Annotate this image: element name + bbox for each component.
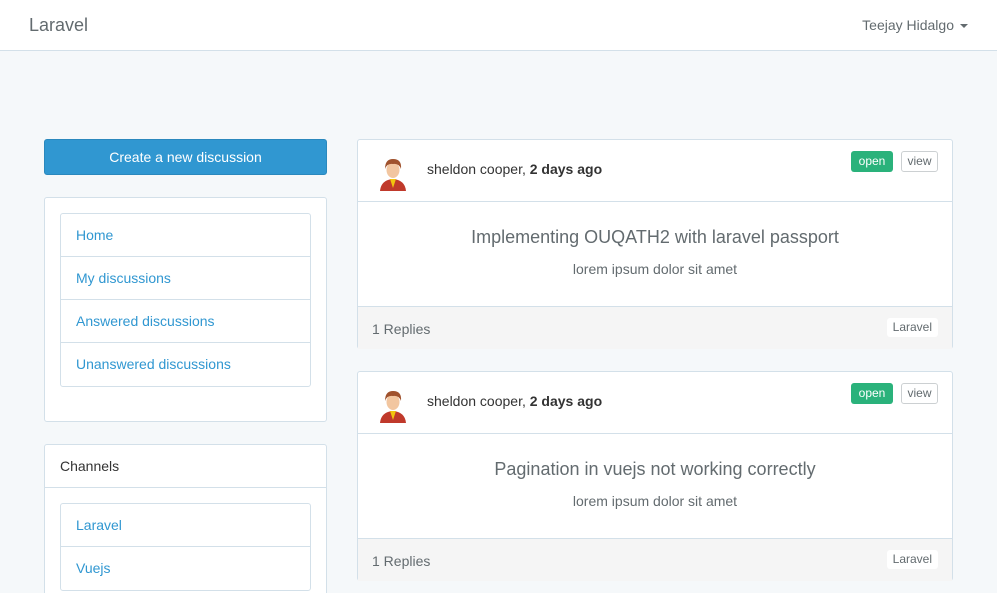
channels-panel: Channels Laravel Vuejs (44, 444, 327, 593)
nav-item-home[interactable]: Home (61, 214, 310, 257)
discussion-author-line: sheldon cooper, 2 days ago (427, 161, 602, 177)
author-name: sheldon cooper, (427, 161, 526, 177)
user-avatar-icon (375, 387, 411, 423)
caret-down-icon (960, 24, 968, 28)
discussion-excerpt: lorem ipsum dolor sit amet (572, 493, 738, 509)
channel-item-vuejs[interactable]: Vuejs (61, 547, 310, 590)
navigation-panel: Home My discussions Answered discussions… (44, 197, 327, 422)
view-button[interactable]: view (901, 383, 938, 404)
discussion-title[interactable]: Pagination in vuejs not working correctl… (358, 459, 952, 480)
post-time: 2 days ago (529, 393, 603, 409)
author-name: sheldon cooper, (427, 393, 526, 409)
channel-tag: Laravel (886, 550, 938, 569)
channel-list: Laravel Vuejs (60, 503, 311, 591)
discussion-author-line: sheldon cooper, 2 days ago (427, 393, 602, 409)
reply-count: 1 Replies (372, 553, 431, 569)
create-discussion-button[interactable]: Create a new discussion (44, 139, 327, 175)
user-avatar-icon (375, 155, 411, 191)
discussion-header: sheldon cooper, 2 days ago open view (358, 372, 952, 434)
user-dropdown[interactable]: Teejay Hidalgo (862, 17, 968, 33)
brand-link[interactable]: Laravel (29, 15, 88, 36)
nav-item-my-discussions[interactable]: My discussions (61, 257, 310, 300)
discussion-body: Implementing OUQATH2 with laravel passpo… (358, 202, 952, 306)
post-time: 2 days ago (529, 161, 603, 177)
discussion-card: sheldon cooper, 2 days ago open view Imp… (357, 139, 953, 349)
reply-count: 1 Replies (372, 321, 431, 337)
nav-item-unanswered-discussions[interactable]: Unanswered discussions (61, 343, 310, 386)
status-badge: open (851, 383, 893, 404)
discussion-title[interactable]: Implementing OUQATH2 with laravel passpo… (358, 227, 952, 248)
discussion-header: sheldon cooper, 2 days ago open view (358, 140, 952, 202)
navbar: Laravel Teejay Hidalgo (0, 0, 997, 51)
discussion-body: Pagination in vuejs not working correctl… (358, 434, 952, 538)
discussion-footer: 1 Replies Laravel (358, 306, 952, 349)
discussion-footer: 1 Replies Laravel (358, 538, 952, 581)
view-button[interactable]: view (901, 151, 938, 172)
status-badge: open (851, 151, 893, 172)
channel-item-laravel[interactable]: Laravel (61, 504, 310, 547)
discussion-card: sheldon cooper, 2 days ago open view Pag… (357, 371, 953, 581)
channel-tag: Laravel (886, 318, 938, 337)
channels-heading: Channels (45, 445, 326, 488)
discussion-excerpt: lorem ipsum dolor sit amet (572, 261, 738, 277)
nav-item-answered-discussions[interactable]: Answered discussions (61, 300, 310, 343)
user-name: Teejay Hidalgo (862, 17, 954, 33)
navigation-list: Home My discussions Answered discussions… (60, 213, 311, 387)
